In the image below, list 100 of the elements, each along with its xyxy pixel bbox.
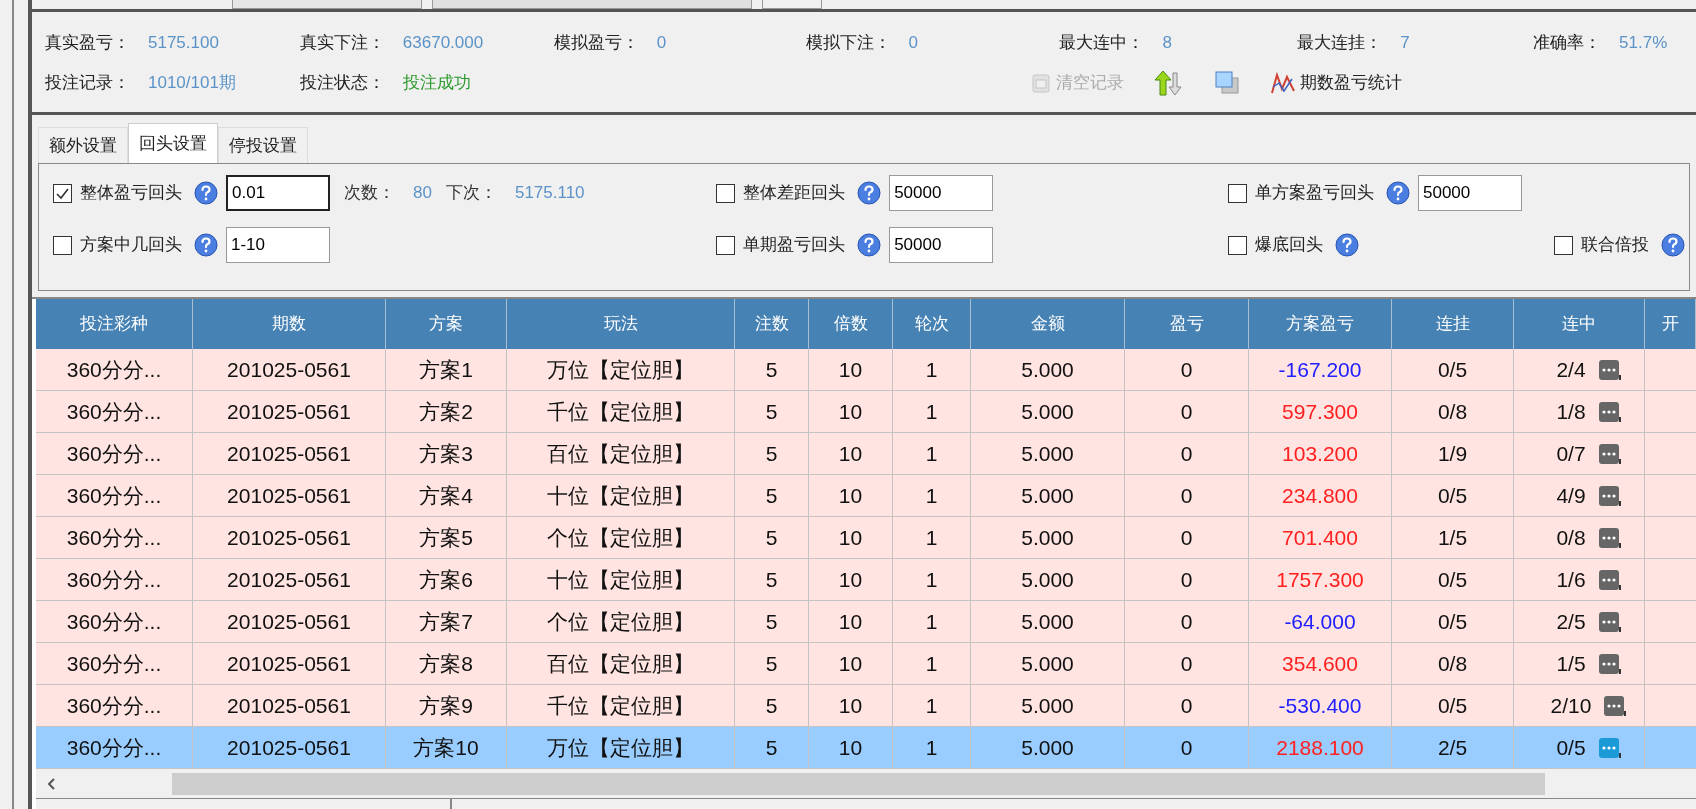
message-icon[interactable] xyxy=(1597,652,1622,675)
input-field[interactable]: 1-10 xyxy=(226,227,330,263)
table-cell-text: 5 xyxy=(765,398,778,425)
table-cell-text: 0/7 xyxy=(1556,440,1586,467)
table-cell-text: 0/8 xyxy=(1437,398,1468,425)
table-cell-text: 十位【定位胆】 xyxy=(547,566,694,593)
help-icon[interactable] xyxy=(857,233,882,257)
help-icon[interactable] xyxy=(1385,181,1410,205)
table-cell-text: 0 xyxy=(1180,650,1193,677)
table-cell-text: 0 xyxy=(1180,398,1193,425)
table-row[interactable]: 360分分... 201025-0561 方案8 百位【定位胆】 5 10 1 5.000 0 354.600 0/8 1/5 xyxy=(36,643,1696,685)
input-field[interactable]: 50000 xyxy=(889,227,994,263)
table-cell-text: 方案7 xyxy=(419,608,473,635)
chart-button[interactable]: 期数盈亏统计 xyxy=(1270,70,1402,96)
table-row[interactable]: 360分分... 201025-0561 方案9 千位【定位胆】 5 10 1 5.000 0 -530.400 0/5 2/10 xyxy=(36,685,1696,727)
table-cell-text: 360分分... xyxy=(66,734,162,761)
checkbox[interactable] xyxy=(1554,235,1573,255)
table-cell-text: -64.000 xyxy=(1284,608,1356,635)
message-icon[interactable] xyxy=(1603,694,1628,717)
table-row[interactable]: 360分分... 201025-0561 方案7 个位【定位胆】 5 10 1 5.000 0 -64.000 0/5 2/5 xyxy=(36,601,1696,643)
table-cell-text: 234.800 xyxy=(1282,482,1358,509)
checkbox[interactable] xyxy=(53,235,72,255)
stat-label: 次数： xyxy=(344,182,395,205)
table-cell-text: 0 xyxy=(1180,734,1193,761)
message-icon[interactable] xyxy=(1597,442,1622,465)
help-icon[interactable] xyxy=(194,233,218,257)
table-cell-text: 0/5 xyxy=(1556,734,1586,761)
table-row[interactable]: 360分分... 201025-0561 方案6 十位【定位胆】 5 10 1 5.000 0 1757.300 0/5 1/6 xyxy=(36,559,1696,601)
table-row[interactable]: 360分分... 201025-0561 方案4 十位【定位胆】 5 10 1 5.000 0 234.800 0/5 4/9 xyxy=(36,475,1696,517)
table-cell-text: 0 xyxy=(1180,482,1193,509)
table-cell-text: 5 xyxy=(765,524,778,551)
table-cell-text: 201025-0561 xyxy=(227,566,351,593)
help-icon[interactable] xyxy=(194,181,218,205)
table-row[interactable]: 360分分... 201025-0561 方案5 个位【定位胆】 5 10 1 5.000 0 701.400 1/5 0/8 xyxy=(36,517,1696,559)
checkbox[interactable] xyxy=(53,183,72,203)
table-cell-text: 千位【定位胆】 xyxy=(547,398,694,425)
table-cell-text: 5.000 xyxy=(1021,608,1074,635)
message-icon[interactable] xyxy=(1597,610,1622,633)
table-cell-text: 0/8 xyxy=(1437,650,1468,677)
table-cell-text: 10 xyxy=(838,440,863,467)
table-cell-text: 10 xyxy=(838,356,863,383)
table-cell-text: 万位【定位胆】 xyxy=(547,734,694,761)
table-cell-text: 201025-0561 xyxy=(227,692,351,719)
checkbox[interactable] xyxy=(716,235,736,255)
stat-label: 真实下注： xyxy=(299,32,385,55)
table-cell-text: 360分分... xyxy=(66,482,162,509)
table-row[interactable]: 360分分... 201025-0561 方案3 百位【定位胆】 5 10 1 5.000 0 103.200 1/9 0/7 xyxy=(36,433,1696,475)
table-cell-text: 1 xyxy=(925,734,938,761)
table-cell-text: 360分分... xyxy=(66,650,162,677)
input-field[interactable]: 50000 xyxy=(889,175,994,211)
help-icon[interactable] xyxy=(857,181,882,205)
sort-button[interactable] xyxy=(1154,69,1184,97)
tab[interactable]: 额外设置 xyxy=(38,127,128,163)
message-icon[interactable] xyxy=(1597,568,1622,591)
message-icon[interactable] xyxy=(1597,736,1622,759)
message-icon[interactable] xyxy=(1597,484,1622,507)
table-cell-text: 1/9 xyxy=(1437,440,1468,467)
table-cell-text: 5 xyxy=(765,440,778,467)
table-cell-text: 5 xyxy=(765,482,778,509)
table-cell-text: 5.000 xyxy=(1021,566,1074,593)
table-cell-text: 2188.100 xyxy=(1276,734,1364,761)
table-cell-text: 1 xyxy=(925,692,938,719)
table-cell-text: 201025-0561 xyxy=(227,398,351,425)
input-field[interactable]: 50000 xyxy=(1417,175,1522,211)
checkbox[interactable] xyxy=(1227,235,1247,255)
table-cell-text: 201025-0561 xyxy=(227,356,351,383)
table-cell-text: 个位【定位胆】 xyxy=(547,524,694,551)
message-icon[interactable] xyxy=(1597,358,1622,381)
tab[interactable]: 停投设置 xyxy=(218,127,308,163)
table-cell-text: 方案8 xyxy=(419,650,473,677)
help-icon[interactable] xyxy=(1661,233,1685,257)
table-cell-text: 5.000 xyxy=(1021,650,1074,677)
table-row[interactable]: 360分分... 201025-0561 方案10 万位【定位胆】 5 10 1 5.000 0 2188.100 2/5 0/5 xyxy=(36,727,1696,769)
stat-value: 8 xyxy=(1162,32,1172,55)
input-field[interactable]: 0.01 xyxy=(226,175,330,211)
table-cell-text: 5 xyxy=(765,692,778,719)
table-cell-text: 千位【定位胆】 xyxy=(547,692,694,719)
help-icon[interactable] xyxy=(1334,233,1359,257)
table-cell-text: 百位【定位胆】 xyxy=(547,440,694,467)
table-cell-text: 5 xyxy=(765,566,778,593)
table-cell-text: 1 xyxy=(925,608,938,635)
message-icon[interactable] xyxy=(1597,400,1622,423)
table-cell-text: 2/5 xyxy=(1437,734,1468,761)
option-label: 方案中几回头 xyxy=(80,234,182,257)
message-icon[interactable] xyxy=(1597,526,1622,549)
tab[interactable]: 回头设置 xyxy=(128,123,218,163)
table-row[interactable]: 360分分... 201025-0561 方案1 万位【定位胆】 5 10 1 5.000 0 -167.200 0/5 2/4 xyxy=(36,349,1696,391)
table-cell-text: 方案3 xyxy=(419,440,473,467)
table-cell-text: 百位【定位胆】 xyxy=(547,650,694,677)
table-row[interactable]: 360分分... 201025-0561 方案2 千位【定位胆】 5 10 1 5.000 0 597.300 0/8 1/8 xyxy=(36,391,1696,433)
table-cell-text: 0 xyxy=(1180,440,1193,467)
checkbox[interactable] xyxy=(716,183,736,203)
table-cell-text: 1/6 xyxy=(1556,566,1586,593)
stat-value: 63670.000 xyxy=(402,32,484,55)
table-cell-text: 360分分... xyxy=(66,566,162,593)
checkbox[interactable] xyxy=(1227,183,1247,203)
option-label: 爆底回头 xyxy=(1254,234,1323,257)
table-cell-text: 360分分... xyxy=(66,692,162,719)
table-cell-text: -530.400 xyxy=(1278,692,1362,719)
stat-label: 准确率： xyxy=(1533,32,1602,55)
